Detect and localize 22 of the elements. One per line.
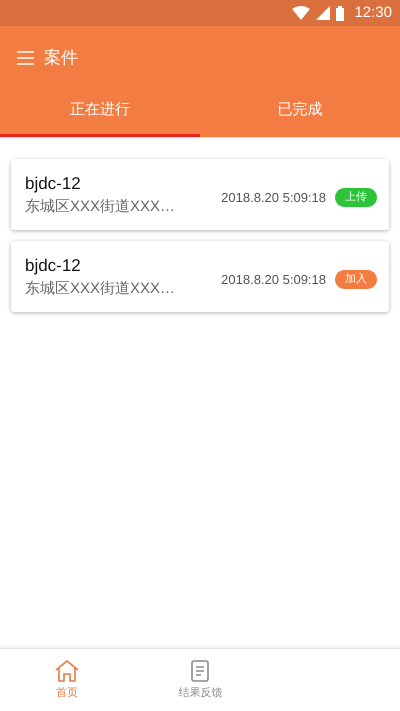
case-name: bjdc-12 — [25, 172, 82, 194]
home-icon — [54, 658, 80, 683]
status-time: 12:30 — [354, 2, 392, 23]
case-card[interactable]: bjdc-12 东城区XXX街道XXX… 2018.8.20 5:09:18 加入 — [11, 241, 389, 312]
case-address: 东城区XXX街道XXX… — [25, 197, 176, 217]
document-icon — [189, 658, 212, 683]
status-badge[interactable]: 上传 — [335, 188, 377, 207]
nav-item[interactable]: 首页 — [0, 649, 134, 711]
app-title: 案件 — [44, 47, 78, 70]
case-time: 2018.8.20 5:09:18 — [221, 188, 326, 207]
nav-item[interactable]: 结果反馈 — [134, 649, 267, 711]
case-address: 东城区XXX街道XXX… — [25, 279, 176, 299]
case-name: bjdc-12 — [25, 254, 82, 276]
battery-icon — [336, 6, 344, 20]
tab[interactable]: 正在进行 — [0, 90, 200, 137]
case-card[interactable]: bjdc-12 东城区XXX街道XXX… 2018.8.20 5:09:18 上传 — [11, 159, 389, 230]
wifi-icon — [292, 6, 310, 20]
menu-icon[interactable] — [17, 51, 34, 65]
case-time: 2018.8.20 5:09:18 — [221, 270, 326, 289]
tab[interactable]: 已完成 — [200, 90, 400, 137]
signal-icon — [316, 6, 330, 20]
status-badge[interactable]: 加入 — [335, 270, 377, 289]
